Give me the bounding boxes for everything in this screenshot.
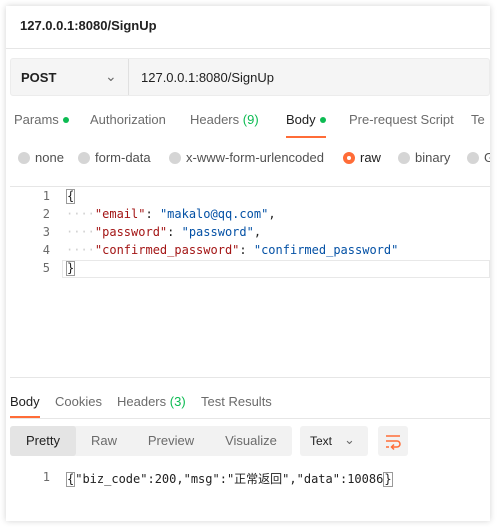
tab-response-body[interactable]: Body bbox=[10, 394, 40, 418]
radio-circle bbox=[169, 152, 181, 164]
editor-line: 5 } bbox=[10, 261, 490, 279]
tab-cookies[interactable]: Cookies bbox=[55, 394, 102, 409]
response-body[interactable]: 1 {"biz_code":200,"msg":"正常返回","data":10… bbox=[10, 468, 490, 488]
body-indicator-dot bbox=[319, 117, 326, 123]
request-title[interactable]: 127.0.0.1:8080/SignUp bbox=[20, 18, 157, 33]
view-pretty[interactable]: Pretty bbox=[10, 426, 76, 456]
tab-pre-request-script[interactable]: Pre-request Script bbox=[349, 112, 454, 127]
chevron-down-icon: ⌄ bbox=[105, 68, 117, 84]
method-select[interactable]: POST ⌄ bbox=[11, 59, 129, 95]
radio-raw[interactable]: raw bbox=[343, 150, 381, 165]
radio-none[interactable]: none bbox=[18, 150, 64, 165]
editor-line: 4 ····"confirmed_password": "confirmed_p… bbox=[10, 243, 490, 261]
response-text: {"biz_code":200,"msg":"正常返回","data":1008… bbox=[66, 472, 393, 487]
response-tabs: Body Cookies Headers (3) Test Results bbox=[10, 394, 490, 418]
body-type-options: none form-data x-www-form-urlencoded raw… bbox=[18, 150, 490, 168]
code-text: ····"password": "password", bbox=[66, 225, 262, 239]
tab-body[interactable]: Body bbox=[286, 112, 326, 138]
tab-headers[interactable]: Headers (9) bbox=[190, 112, 259, 127]
wrap-lines-icon bbox=[386, 435, 401, 451]
line-number: 4 bbox=[42, 243, 50, 257]
view-visualize[interactable]: Visualize bbox=[210, 426, 292, 456]
divider bbox=[6, 48, 490, 49]
editor-line: 2 ····"email": "makalo@qq.com", bbox=[10, 207, 490, 225]
code-text: ····"email": "makalo@qq.com", bbox=[66, 207, 276, 221]
radio-circle bbox=[467, 152, 479, 164]
tab-response-headers[interactable]: Headers (3) bbox=[117, 394, 186, 409]
chevron-down-icon: ⌄ bbox=[344, 432, 355, 447]
view-preview[interactable]: Preview bbox=[132, 426, 210, 456]
line-number: 3 bbox=[42, 225, 50, 239]
method-label: POST bbox=[21, 70, 57, 85]
params-indicator-dot bbox=[62, 117, 69, 123]
request-tabs: Params Authorization Headers (9) Body Pr… bbox=[14, 112, 490, 138]
tab-tests[interactable]: Te bbox=[471, 112, 485, 127]
tab-authorization[interactable]: Authorization bbox=[90, 112, 166, 127]
radio-x-www-form-urlencoded[interactable]: x-www-form-urlencoded bbox=[169, 150, 324, 165]
radio-circle bbox=[18, 152, 30, 164]
radio-graphql[interactable]: G bbox=[467, 150, 490, 165]
code-text: ····"confirmed_password": "confirmed_pas… bbox=[66, 243, 399, 257]
radio-circle bbox=[398, 152, 410, 164]
editor-line: 3 ····"password": "password", bbox=[10, 225, 490, 243]
radio-binary[interactable]: binary bbox=[398, 150, 450, 165]
code-text: { bbox=[66, 189, 76, 204]
wrap-lines-button[interactable] bbox=[378, 426, 408, 456]
line-number: 1 bbox=[42, 189, 50, 203]
url-input[interactable]: 127.0.0.1:8080/SignUp bbox=[141, 70, 274, 85]
radio-circle-selected bbox=[343, 152, 355, 164]
view-mode-switcher: Pretty Raw Preview Visualize bbox=[10, 426, 292, 456]
line-number: 5 bbox=[42, 261, 50, 275]
body-editor[interactable]: 1 { 2 ····"email": "makalo@qq.com", 3 ··… bbox=[10, 186, 490, 378]
line-number: 2 bbox=[42, 207, 50, 221]
tab-params[interactable]: Params bbox=[14, 112, 69, 127]
postman-window: 127.0.0.1:8080/SignUp POST ⌄ 127.0.0.1:8… bbox=[6, 6, 490, 521]
editor-line: 1 { bbox=[10, 189, 490, 207]
divider bbox=[10, 418, 490, 419]
format-label: Text bbox=[310, 434, 333, 448]
tab-test-results[interactable]: Test Results bbox=[201, 394, 272, 409]
url-bar: POST ⌄ 127.0.0.1:8080/SignUp bbox=[10, 58, 490, 96]
view-raw[interactable]: Raw bbox=[76, 426, 132, 456]
code-text: } bbox=[66, 261, 76, 276]
radio-circle bbox=[78, 152, 90, 164]
format-select[interactable]: Text ⌄ bbox=[300, 426, 368, 456]
line-number: 1 bbox=[42, 470, 50, 484]
radio-form-data[interactable]: form-data bbox=[78, 150, 151, 165]
